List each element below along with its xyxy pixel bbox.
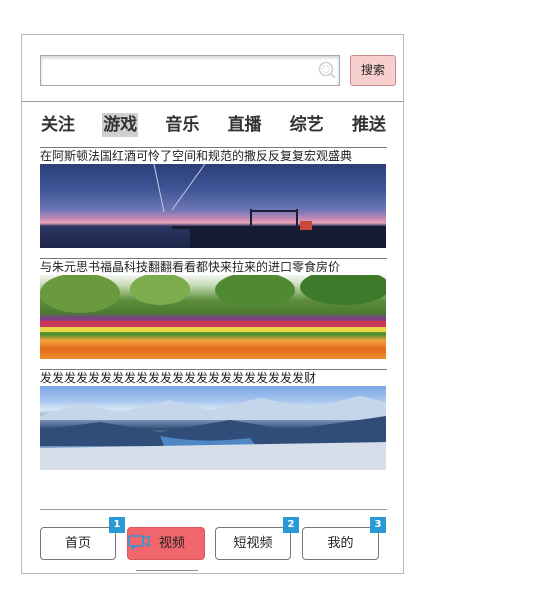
category-tabs: 关注 游戏 音乐 直播 综艺 推送 [40,113,387,137]
tab-live[interactable]: 直播 [227,113,263,137]
home-indicator [136,570,198,571]
nav-me-label: 我的 [327,536,354,551]
nav-short-video-button[interactable]: 短视频 [215,527,291,560]
search-input[interactable] [40,55,340,86]
feed-card[interactable]: 发发发发发发发发发发发发发发发发发发发发发发财 [40,369,387,470]
feed-card[interactable]: 在阿斯顿法国红酒可怜了空间和规范的撒反反复复宏观盛典 [40,147,387,248]
bottom-nav: 首页 1 视频 短视频 2 我的 3 [40,517,387,561]
nav-me-badge: 3 [370,517,386,533]
nav-home-label: 首页 [64,536,91,551]
nav-short-video-label: 短视频 [233,536,273,551]
search-icon[interactable] [318,61,336,79]
app-frame: 搜索 关注 游戏 音乐 直播 综艺 推送 在阿斯顿法国红酒可怜了空间和规范的撒反… [21,34,404,574]
nav-home-button[interactable]: 首页 [40,527,116,560]
tab-music[interactable]: 音乐 [164,113,200,137]
nav-home-badge: 1 [109,517,125,533]
news-feed: 在阿斯顿法国红酒可怜了空间和规范的撒反反复复宏观盛典 与朱元思书福晶科技翻翻看看… [40,147,387,480]
tab-push[interactable]: 推送 [351,113,387,137]
feed-card[interactable]: 与朱元思书福晶科技翻翻看看都快来拉来的进口零食房价 [40,258,387,359]
tab-games[interactable]: 游戏 [102,113,139,137]
feed-card-title[interactable]: 在阿斯顿法国红酒可怜了空间和规范的撒反反复复宏观盛典 [40,148,387,164]
feed-card-title[interactable]: 发发发发发发发发发发发发发发发发发发发发发发财 [40,370,387,386]
nav-me-button[interactable]: 我的 [302,527,379,560]
nav-short-video-badge: 2 [283,517,299,533]
feed-card-image[interactable] [40,386,386,470]
feed-card-title[interactable]: 与朱元思书福晶科技翻翻看看都快来拉来的进口零食房价 [40,259,387,275]
tab-follow[interactable]: 关注 [40,113,76,137]
bottom-divider [40,509,387,510]
search-bar: 搜索 [22,35,403,102]
feed-card-image[interactable] [40,164,386,248]
nav-video-button[interactable]: 视频 [127,527,205,560]
video-chat-icon [128,535,150,551]
feed-card-image[interactable] [40,275,386,359]
nav-video-label: 视频 [158,536,185,551]
search-button[interactable]: 搜索 [350,55,396,86]
tab-variety[interactable]: 综艺 [289,113,325,137]
